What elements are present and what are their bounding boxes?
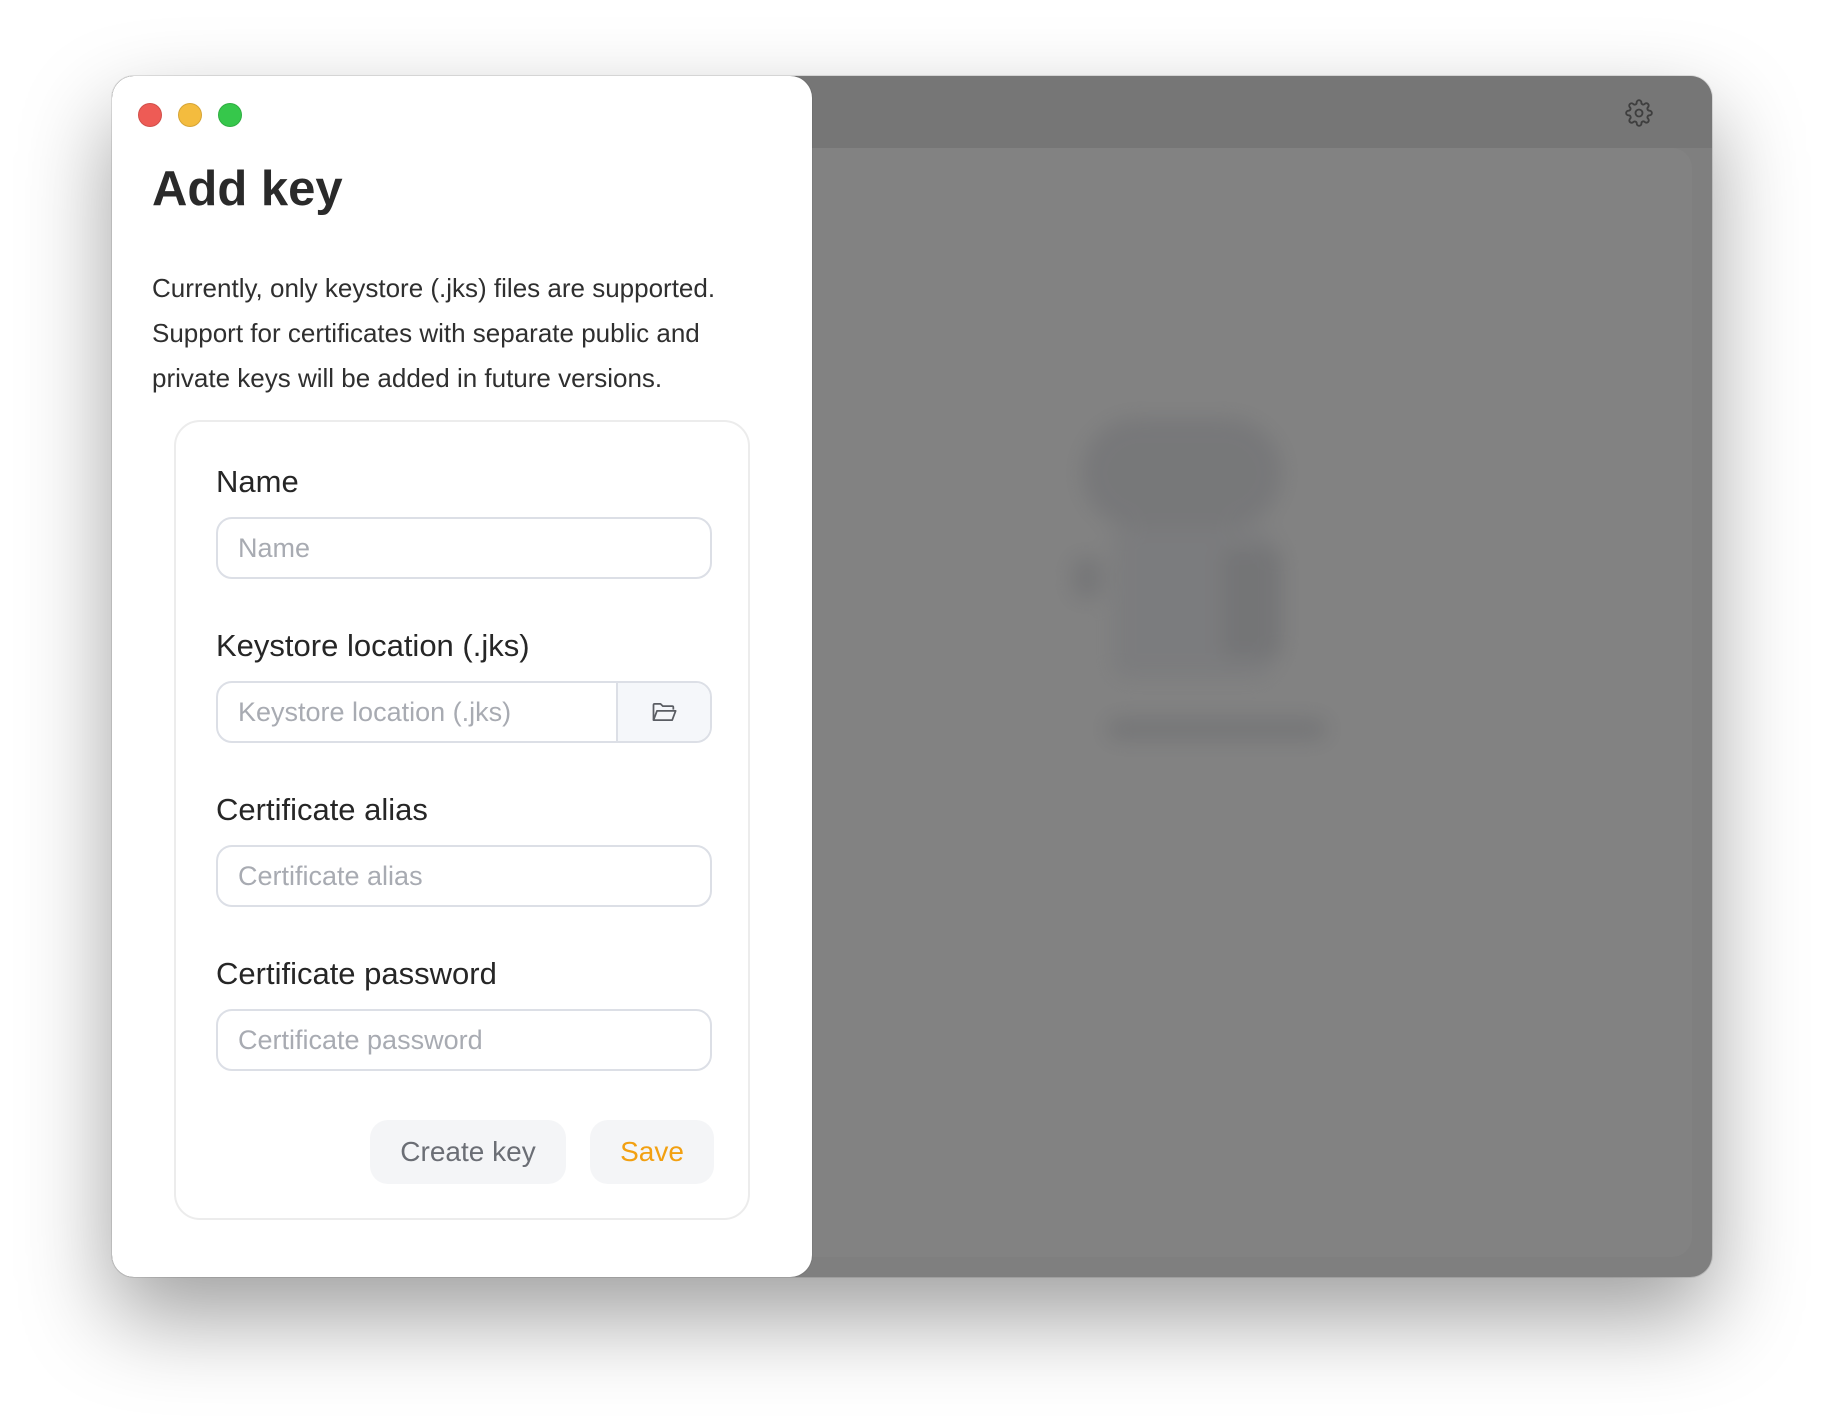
- add-key-dialog: Add key Currently, only keystore (.jks) …: [112, 76, 812, 1277]
- close-window-button[interactable]: [138, 103, 162, 127]
- app-window: Add key Currently, only keystore (.jks) …: [112, 76, 1712, 1277]
- create-key-button[interactable]: Create key: [370, 1120, 566, 1184]
- maximize-window-button[interactable]: [218, 103, 242, 127]
- folder-open-icon: [652, 702, 677, 722]
- keystore-location-input[interactable]: [218, 683, 616, 741]
- certificate-password-input[interactable]: [216, 1009, 712, 1071]
- window-controls: [138, 103, 242, 127]
- keystore-location-group: [216, 681, 712, 743]
- save-button[interactable]: Save: [590, 1120, 714, 1184]
- empty-state-illustration: [962, 398, 1382, 778]
- browse-keystore-button[interactable]: [616, 683, 710, 741]
- certificate-alias-label: Certificate alias: [216, 792, 428, 827]
- name-label: Name: [216, 464, 299, 499]
- gear-icon: [1625, 99, 1653, 127]
- key-form: Name Keystore location (.jks) Certificat…: [174, 420, 750, 1220]
- name-input[interactable]: [216, 517, 712, 579]
- keystore-location-label: Keystore location (.jks): [216, 628, 530, 663]
- certificate-alias-input[interactable]: [216, 845, 712, 907]
- minimize-window-button[interactable]: [178, 103, 202, 127]
- dialog-title: Add key: [152, 162, 343, 216]
- settings-button[interactable]: [1624, 98, 1654, 128]
- certificate-password-label: Certificate password: [216, 956, 497, 991]
- dialog-description: Currently, only keystore (.jks) files ar…: [152, 273, 716, 393]
